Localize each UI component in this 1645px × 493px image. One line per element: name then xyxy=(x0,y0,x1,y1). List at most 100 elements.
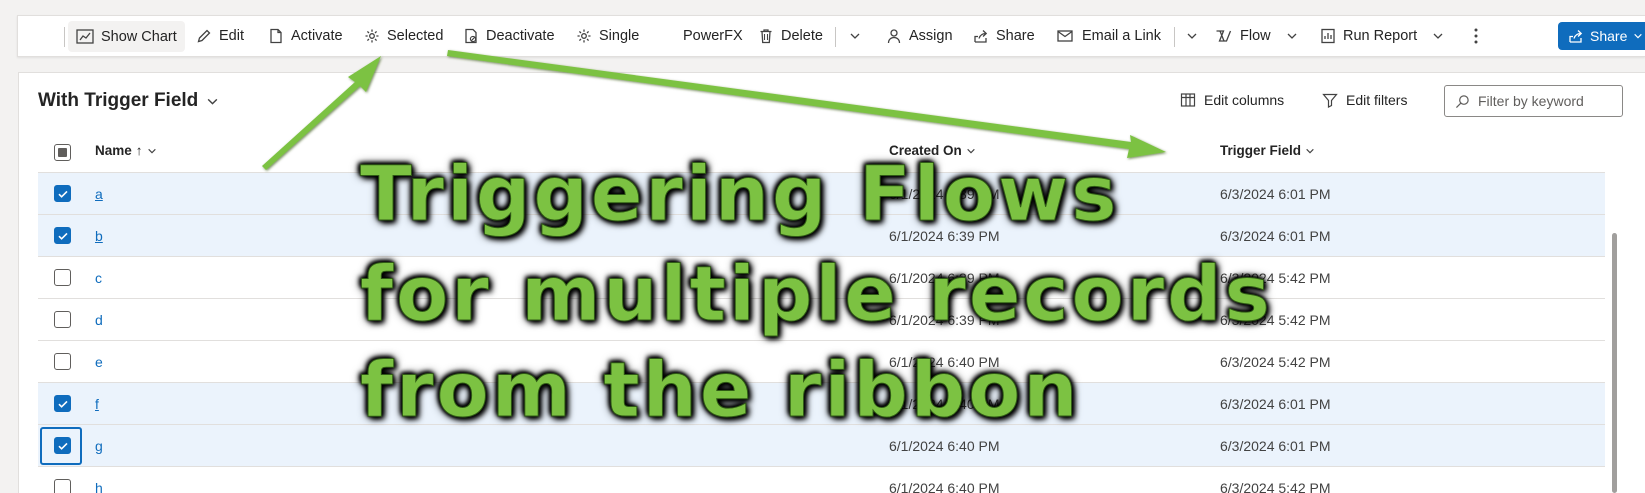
table-row[interactable]: d 6/1/2024 6:39 PM 6/3/2024 5:42 PM xyxy=(38,299,1605,341)
row-name-link[interactable]: f xyxy=(95,383,99,425)
chevron-down-icon xyxy=(1306,148,1314,153)
chart-icon xyxy=(76,28,94,44)
flow-button[interactable]: Flow xyxy=(1215,16,1298,56)
grid-scrollbar[interactable] xyxy=(1612,233,1617,493)
row-created-on: 6/1/2024 6:39 PM xyxy=(889,312,1000,328)
row-name-link[interactable]: c xyxy=(95,257,102,299)
row-name-link[interactable]: h xyxy=(95,467,103,493)
chevron-down-icon xyxy=(207,98,218,105)
divider xyxy=(835,27,836,47)
selected-button[interactable]: Selected xyxy=(364,16,443,56)
chevron-down-icon xyxy=(1287,33,1297,39)
column-header-trigger-field[interactable]: Trigger Field xyxy=(1220,143,1315,158)
share-label: Share xyxy=(996,28,1035,44)
email-link-label: Email a Link xyxy=(1082,28,1161,44)
table-row[interactable]: f 6/1/2024 6:40 PM 6/3/2024 6:01 PM xyxy=(38,383,1605,425)
edit-filters-button[interactable]: Edit filters xyxy=(1322,92,1407,108)
chevron-down-icon xyxy=(850,33,860,39)
row-trigger-field: 6/3/2024 5:42 PM xyxy=(1220,312,1331,328)
chevron-down-icon xyxy=(967,148,975,153)
run-report-button[interactable]: Run Report xyxy=(1320,16,1444,56)
more-delete-dropdown[interactable] xyxy=(849,16,861,56)
powerfx-label: PowerFX xyxy=(683,28,743,44)
delete-button[interactable]: Delete xyxy=(758,16,823,56)
delete-label: Delete xyxy=(781,28,823,44)
more-commands-button[interactable] xyxy=(1473,16,1479,56)
edit-columns-label: Edit columns xyxy=(1204,92,1285,108)
columns-icon xyxy=(1180,93,1196,107)
flow-icon xyxy=(1216,30,1232,42)
view-selector[interactable]: With Trigger Field xyxy=(38,90,219,112)
row-checkbox[interactable] xyxy=(54,395,71,412)
row-created-on: 6/1/2024 6:40 PM xyxy=(889,480,1000,493)
single-button[interactable]: Single xyxy=(576,16,639,56)
row-name-link[interactable]: a xyxy=(95,173,103,215)
run-report-label: Run Report xyxy=(1343,28,1418,44)
edit-label: Edit xyxy=(219,28,244,44)
activate-button[interactable]: Activate xyxy=(268,16,343,56)
gear-icon xyxy=(577,29,591,43)
share-primary-button[interactable]: Share xyxy=(1558,22,1645,50)
search-icon xyxy=(1455,94,1469,108)
edit-columns-button[interactable]: Edit columns xyxy=(1180,92,1284,108)
document-icon xyxy=(270,28,282,44)
table-row[interactable]: c 6/1/2024 6:39 PM 6/3/2024 5:42 PM xyxy=(38,257,1605,299)
row-name-link[interactable]: d xyxy=(95,299,103,341)
row-name-link[interactable]: g xyxy=(95,425,103,467)
row-checkbox[interactable] xyxy=(54,311,71,328)
row-checkbox[interactable] xyxy=(54,479,71,493)
row-name-link[interactable]: b xyxy=(95,215,103,257)
flow-label: Flow xyxy=(1240,28,1271,44)
table-row[interactable]: a 6/1/2024 6:39 PM 6/3/2024 6:01 PM xyxy=(38,173,1605,215)
row-trigger-field: 6/3/2024 5:42 PM xyxy=(1220,480,1331,493)
share-button-command[interactable]: Share xyxy=(973,16,1035,56)
row-trigger-field: 6/3/2024 5:42 PM xyxy=(1220,270,1331,286)
more-email-dropdown[interactable] xyxy=(1186,16,1198,56)
row-name-link[interactable]: e xyxy=(95,341,103,383)
table-row[interactable]: b 6/1/2024 6:39 PM 6/3/2024 6:01 PM xyxy=(38,215,1605,257)
gear-icon xyxy=(365,29,379,43)
edit-button[interactable]: Edit xyxy=(196,16,244,56)
column-header-name[interactable]: Name ↑ xyxy=(95,143,157,158)
chevron-down-icon xyxy=(1634,33,1643,39)
command-bar: Show Chart Edit Activate Selected Deacti… xyxy=(17,15,1645,57)
row-created-on: 6/1/2024 6:40 PM xyxy=(889,354,1000,370)
show-chart-button[interactable]: Show Chart xyxy=(68,21,185,52)
report-icon xyxy=(1321,28,1335,44)
row-checkbox[interactable] xyxy=(54,269,71,286)
focus-indicator xyxy=(40,427,82,465)
more-icon xyxy=(1474,28,1478,44)
table-row[interactable]: e 6/1/2024 6:40 PM 6/3/2024 5:42 PM xyxy=(38,341,1605,383)
trash-icon xyxy=(760,29,772,44)
assign-button[interactable]: Assign xyxy=(886,16,953,56)
email-link-button[interactable]: Email a Link xyxy=(1057,16,1161,56)
share-icon xyxy=(1569,30,1583,43)
row-created-on: 6/1/2024 6:39 PM xyxy=(889,270,1000,286)
email-icon xyxy=(1057,30,1073,42)
single-label: Single xyxy=(599,28,640,44)
filter-placeholder: Filter by keyword xyxy=(1478,93,1584,109)
chevron-down-icon xyxy=(147,148,156,153)
row-checkbox[interactable] xyxy=(54,185,71,202)
column-header-created-on-label: Created On xyxy=(889,143,962,158)
filter-keyword-input[interactable]: Filter by keyword xyxy=(1444,85,1623,117)
activate-label: Activate xyxy=(291,28,343,44)
column-header-created-on[interactable]: Created On xyxy=(889,143,976,158)
table-row[interactable]: h 6/1/2024 6:40 PM 6/3/2024 5:42 PM xyxy=(38,467,1605,493)
divider xyxy=(64,27,65,47)
row-checkbox[interactable] xyxy=(54,227,71,244)
select-all-checkbox[interactable] xyxy=(54,144,71,161)
deactivate-label: Deactivate xyxy=(486,28,555,44)
chevron-down-icon xyxy=(1433,33,1443,39)
powerfx-button[interactable]: PowerFX xyxy=(683,16,743,56)
person-icon xyxy=(887,29,901,44)
row-created-on: 6/1/2024 6:40 PM xyxy=(889,396,1000,412)
divider xyxy=(1174,27,1175,47)
table-row[interactable]: g 6/1/2024 6:40 PM 6/3/2024 6:01 PM xyxy=(38,425,1605,467)
deactivate-button[interactable]: Deactivate xyxy=(463,16,555,56)
row-checkbox[interactable] xyxy=(54,353,71,370)
column-header-trigger-field-label: Trigger Field xyxy=(1220,143,1302,158)
sort-ascending-icon: ↑ xyxy=(135,143,143,158)
row-created-on: 6/1/2024 6:39 PM xyxy=(889,186,1000,202)
row-trigger-field: 6/3/2024 6:01 PM xyxy=(1220,228,1331,244)
